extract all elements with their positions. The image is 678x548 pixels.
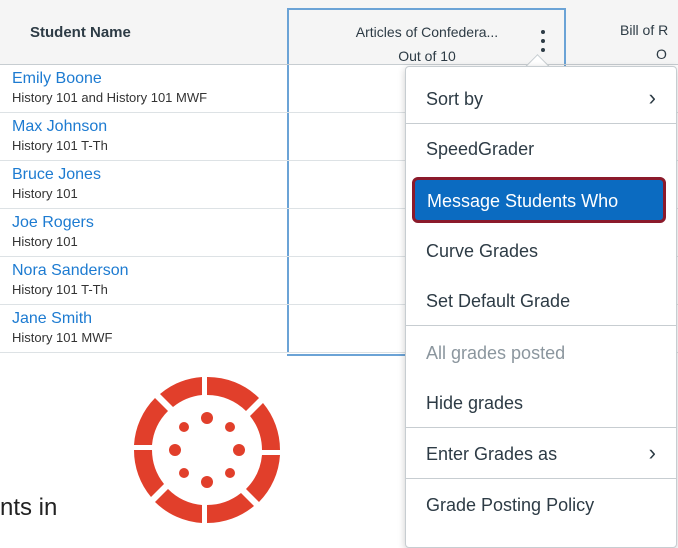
menu-item-label: Sort by: [426, 89, 484, 109]
student-section: History 101 and History 101 MWF: [12, 90, 208, 105]
menu-item-speedgrader[interactable]: SpeedGrader: [406, 125, 676, 173]
student-section: History 101 T-Th: [12, 138, 108, 153]
menu-item-label: Enter Grades as: [426, 444, 558, 464]
chevron-right-icon: ›: [648, 440, 656, 465]
background-text: nts in: [0, 494, 58, 521]
student-name-link[interactable]: Joe Rogers: [12, 214, 94, 232]
column-options-menu: Sort by › SpeedGrader Message Students W…: [405, 66, 677, 548]
menu-item-label: SpeedGrader: [426, 139, 535, 159]
menu-item-sort-by[interactable]: Sort by ›: [406, 75, 676, 124]
assignment-points: Out of 10: [398, 48, 456, 64]
logo-arc: [207, 493, 254, 524]
logo-arc: [160, 377, 202, 407]
logo-arc: [155, 489, 202, 523]
next-assignment-column-header[interactable]: Bill of R O: [568, 8, 678, 64]
assignment-title: Articles of Confedera...: [355, 24, 499, 40]
logo-arc: [246, 455, 280, 502]
menu-item-message-students-who[interactable]: Message Students Who: [412, 177, 666, 223]
student-section: History 101: [12, 186, 78, 201]
student-section: History 101 MWF: [12, 330, 113, 345]
logo-arc: [134, 398, 168, 445]
chevron-right-icon: ›: [648, 85, 656, 110]
next-assignment-title: Bill of R: [620, 22, 669, 38]
logo-arc: [250, 403, 281, 450]
menu-item-grade-posting-policy[interactable]: Grade Posting Policy: [406, 481, 676, 529]
student-section: History 101 T-Th: [12, 282, 108, 297]
menu-item-label: Hide grades: [426, 393, 524, 413]
logo-arc: [207, 376, 259, 411]
menu-item-label: Curve Grades: [426, 241, 539, 261]
next-assignment-points: O: [656, 46, 667, 62]
menu-item-set-default-grade[interactable]: Set Default Grade: [406, 277, 676, 326]
student-name-link[interactable]: Max Johnson: [12, 118, 107, 136]
menu-item-label: All grades posted: [426, 343, 566, 363]
student-name-link[interactable]: Nora Sanderson: [12, 262, 129, 280]
menu-item-all-grades-posted: All grades posted: [406, 329, 676, 377]
menu-item-hide-grades[interactable]: Hide grades: [406, 379, 676, 428]
menu-item-enter-grades-as[interactable]: Enter Grades as ›: [406, 430, 676, 479]
student-name-column-header[interactable]: Student Name: [0, 0, 286, 64]
student-name-link[interactable]: Emily Boone: [12, 70, 102, 88]
menu-item-curve-grades[interactable]: Curve Grades: [406, 227, 676, 275]
assignment-column-header[interactable]: Articles of Confedera... Out of 10: [287, 8, 566, 64]
menu-item-label: Message Students Who: [427, 191, 619, 211]
menu-item-label: Grade Posting Policy: [426, 495, 595, 515]
menu-item-label: Set Default Grade: [426, 291, 571, 311]
canvas-logo: [133, 376, 281, 524]
vertical-ellipsis-icon[interactable]: [537, 28, 549, 54]
student-section: History 101: [12, 234, 78, 249]
grid-header-row: Student Name Articles of Confedera... Ou…: [0, 0, 678, 65]
student-name-link[interactable]: Bruce Jones: [12, 166, 101, 184]
logo-arc: [133, 450, 164, 497]
student-name-link[interactable]: Jane Smith: [12, 310, 92, 328]
